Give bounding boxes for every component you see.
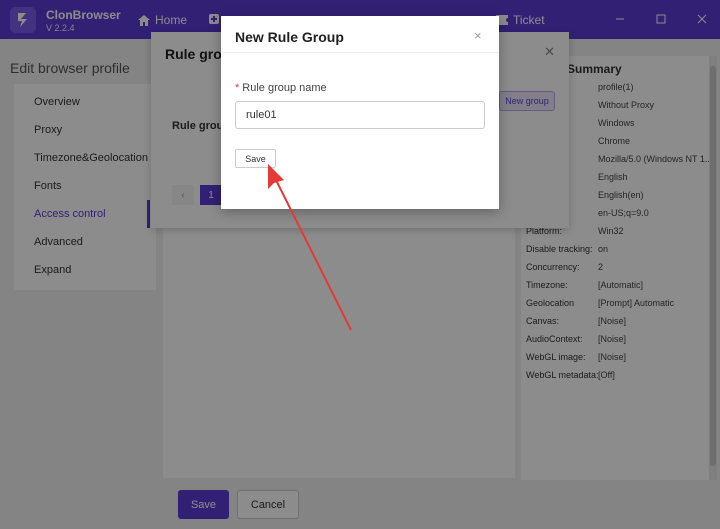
annotation-arrow-icon <box>268 164 352 331</box>
